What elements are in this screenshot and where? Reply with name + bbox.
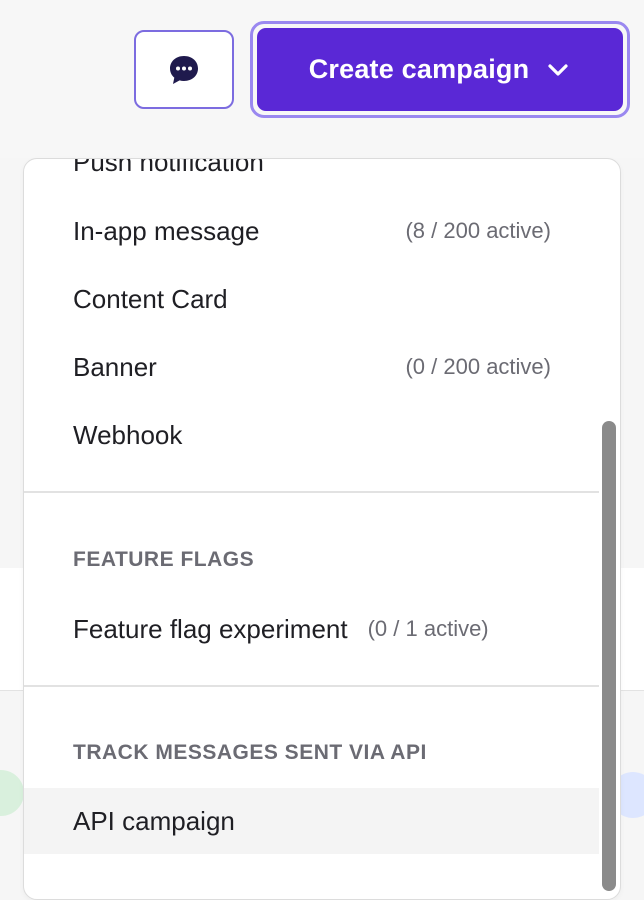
menu-item-content-card[interactable]: Content Card — [24, 266, 599, 332]
menu-item-label: In-app message — [73, 215, 260, 246]
chat-button[interactable] — [134, 30, 234, 109]
menu-item-label: Feature flag experiment — [73, 613, 348, 644]
menu-item-count: (0 / 200 active) — [405, 354, 551, 379]
section-heading-feature-flags: FEATURE FLAGS — [73, 548, 255, 571]
menu-item-api-campaign[interactable]: API campaign — [24, 788, 599, 854]
menu-section-divider — [24, 685, 599, 687]
menu-item-count: (8 / 200 active) — [405, 218, 551, 243]
menu-item-push-notification[interactable]: Push notification — [24, 158, 599, 195]
create-campaign-dropdown-menu: Push notification In-app message (8 / 20… — [23, 158, 621, 900]
menu-item-label: API campaign — [73, 805, 235, 836]
menu-scrollbar[interactable] — [602, 421, 616, 891]
create-campaign-focus-ring: Create campaign — [250, 21, 630, 118]
menu-item-label: Banner — [73, 351, 157, 382]
create-campaign-label: Create campaign — [308, 54, 530, 84]
menu-item-in-app-message[interactable]: In-app message (8 / 200 active) — [24, 198, 599, 264]
menu-section-divider — [24, 491, 599, 493]
chevron-down-icon — [548, 63, 568, 76]
menu-item-count: (0 / 1 active) — [367, 616, 489, 641]
menu-item-banner[interactable]: Banner (0 / 200 active) — [24, 334, 599, 400]
menu-item-feature-flag-experiment[interactable]: Feature flag experiment (0 / 1 active) — [24, 596, 599, 662]
menu-item-label: Push notification — [73, 158, 264, 177]
section-heading-track-api: TRACK MESSAGES SENT VIA API — [73, 741, 427, 764]
menu-item-webhook[interactable]: Webhook — [24, 402, 599, 468]
menu-item-label: Content Card — [73, 283, 228, 314]
create-campaign-button[interactable]: Create campaign — [257, 28, 623, 111]
menu-item-label: Webhook — [73, 419, 183, 450]
avatar — [0, 770, 24, 816]
chat-bubble-icon — [170, 55, 198, 84]
